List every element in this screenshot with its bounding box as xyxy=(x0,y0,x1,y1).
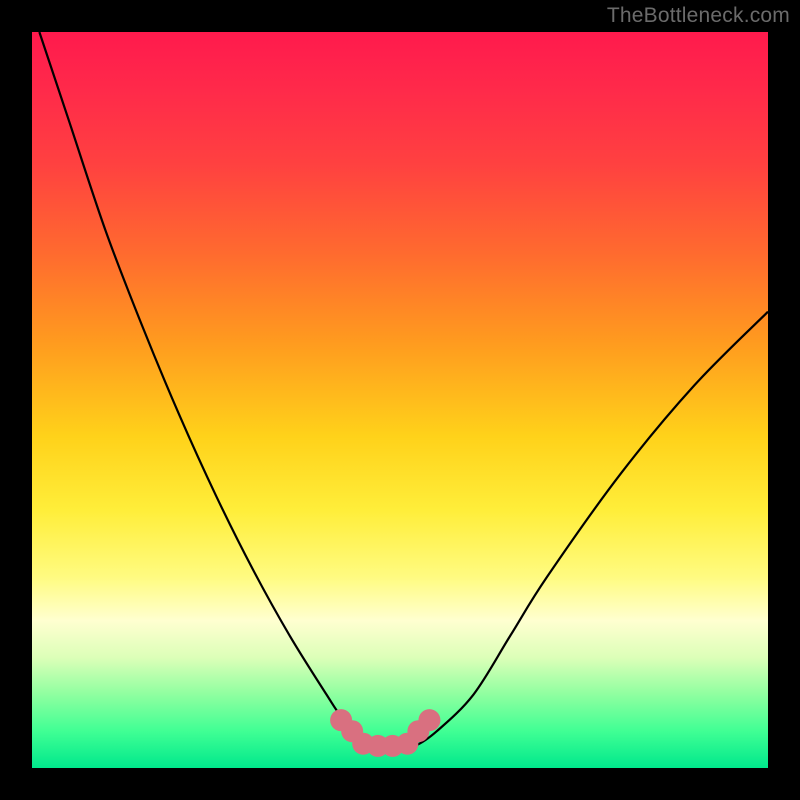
highlight-dot xyxy=(418,709,440,731)
highlight-dots-group xyxy=(330,709,440,757)
bottleneck-curve-line xyxy=(39,32,768,747)
chart-frame: TheBottleneck.com xyxy=(0,0,800,800)
chart-svg xyxy=(32,32,768,768)
plot-area xyxy=(32,32,768,768)
watermark-text: TheBottleneck.com xyxy=(607,4,790,28)
